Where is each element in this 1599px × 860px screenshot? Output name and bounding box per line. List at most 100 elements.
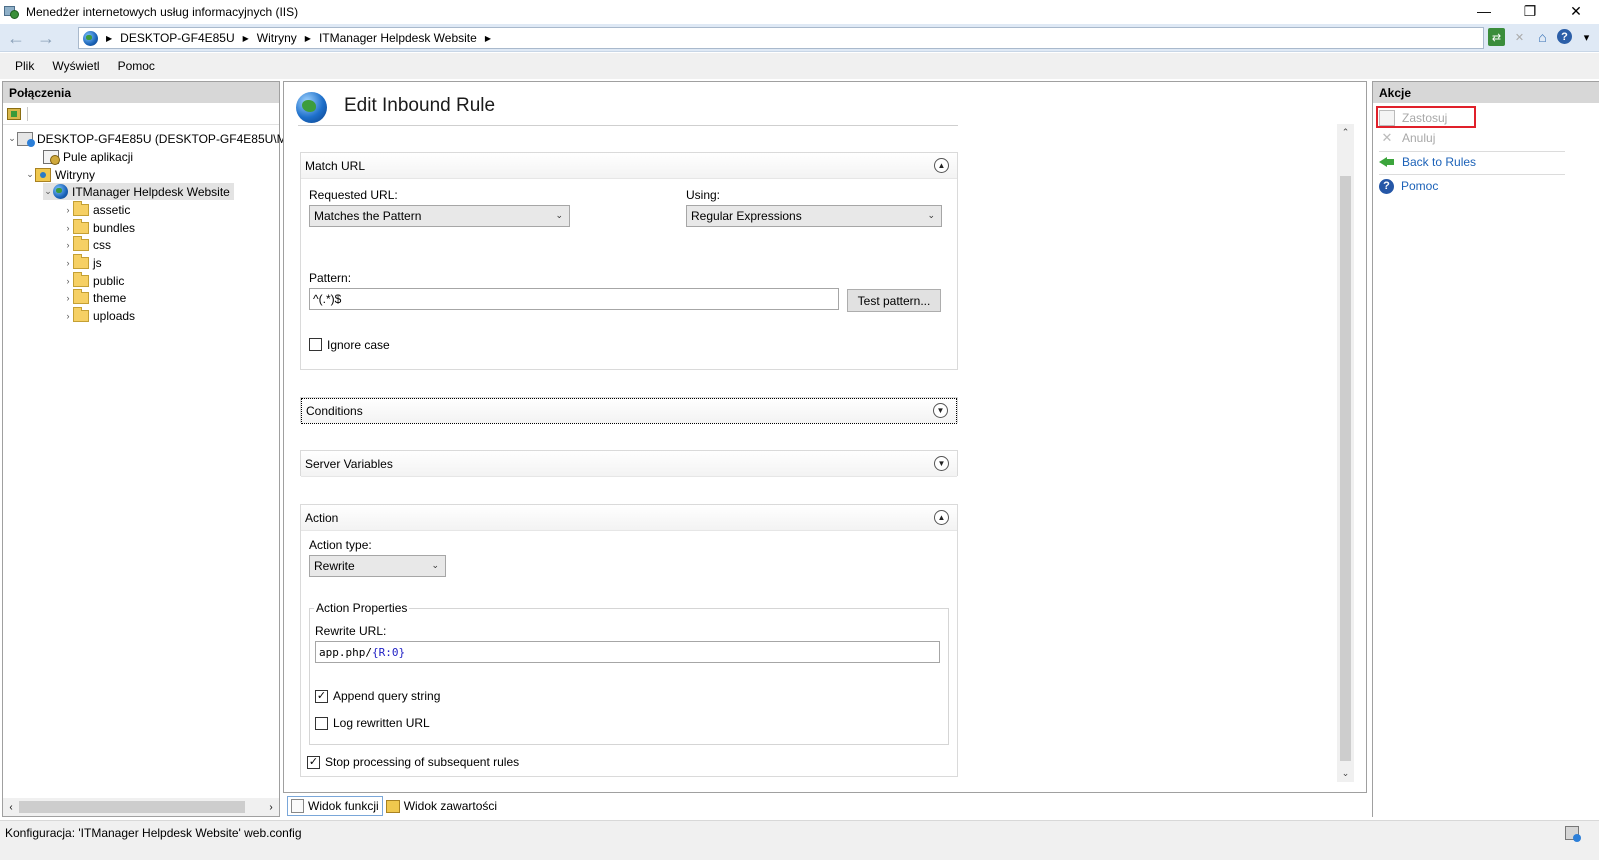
action-section: Action ▲ Action type: Rewrite ⌄ Action P… (300, 504, 958, 777)
connections-toolbar (3, 103, 279, 125)
chevron-right-icon[interactable]: › (63, 311, 73, 321)
ignore-case-checkbox[interactable] (309, 338, 322, 351)
network-status-icon (1565, 826, 1581, 842)
action-header[interactable]: Action ▲ (301, 505, 957, 531)
match-url-title: Match URL (305, 158, 366, 173)
tree-node-folder[interactable]: › assetic (63, 200, 130, 218)
refresh-icon[interactable]: ⇄ (1488, 28, 1505, 46)
connections-header: Połączenia (3, 82, 279, 103)
chevron-right-icon[interactable]: › (63, 205, 73, 215)
close-button[interactable]: ✕ (1553, 0, 1599, 22)
breadcrumb-site[interactable]: ITManager Helpdesk Website (319, 31, 477, 45)
folder-icon (73, 200, 89, 216)
back-to-rules-action[interactable]: Back to Rules (1379, 152, 1476, 172)
chevron-down-icon[interactable]: ▼ (934, 456, 949, 471)
menu-bar: Plik Wyświetl Pomoc (0, 53, 1599, 79)
requested-url-select[interactable]: Matches the Pattern ⌄ (309, 205, 570, 227)
action-properties-title: Action Properties (314, 601, 410, 615)
rewrite-url-input[interactable]: app.php/{R:0} (315, 641, 940, 663)
chevron-right-icon[interactable]: ▶ (485, 34, 491, 43)
chevron-right-icon[interactable]: › (63, 276, 73, 286)
log-rewritten-checkbox[interactable] (315, 717, 328, 730)
chevron-down-icon[interactable]: ⌄ (7, 133, 17, 144)
tree-node-folder[interactable]: › js (63, 253, 102, 271)
chevron-right-icon[interactable]: › (63, 223, 73, 233)
chevron-down-icon[interactable]: ⌄ (25, 169, 35, 180)
action-type-select[interactable]: Rewrite ⌄ (309, 555, 446, 577)
back-arrow-icon[interactable]: ← (4, 28, 28, 48)
cancel-action[interactable]: ✕ Anuluj (1379, 128, 1436, 148)
conditions-section: Conditions ▼ (300, 397, 958, 424)
restore-button[interactable]: ❐ (1507, 0, 1553, 22)
help-action[interactable]: ? Pomoc (1379, 176, 1438, 196)
tab-content-view[interactable]: Widok zawartości (383, 796, 500, 816)
using-select[interactable]: Regular Expressions ⌄ (686, 205, 942, 227)
scrollbar-thumb[interactable] (1340, 176, 1351, 761)
chevron-up-icon[interactable]: ⌃ (1337, 124, 1354, 141)
pattern-input[interactable]: ^(.*)$ (309, 288, 839, 310)
create-connection-icon[interactable] (7, 107, 21, 120)
menu-file[interactable]: Plik (15, 59, 34, 73)
rewrite-url-label: Rewrite URL: (315, 624, 387, 638)
tree-node-folder[interactable]: › css (63, 235, 111, 253)
folder-icon (73, 218, 89, 234)
help-icon[interactable]: ? (1557, 29, 1572, 44)
checkmark-icon: ✓ (308, 756, 319, 768)
tree-node-folder[interactable]: › public (63, 271, 125, 289)
home-icon[interactable]: ⌂ (1534, 28, 1551, 46)
tree-node-app-pools[interactable]: Pule aplikacji (43, 148, 133, 165)
append-query-checkbox[interactable]: ✓ (315, 690, 328, 703)
chevron-down-icon[interactable]: ⌄ (43, 186, 53, 197)
stop-processing-checkbox[interactable]: ✓ (307, 756, 320, 769)
menu-view[interactable]: Wyświetl (52, 59, 99, 73)
chevron-down-icon[interactable]: ▼ (933, 403, 948, 418)
horizontal-scrollbar[interactable]: ‹ › (3, 798, 279, 816)
chevron-right-icon[interactable]: › (63, 240, 73, 250)
chevron-right-icon[interactable]: ▶ (106, 34, 112, 43)
folder-label: public (93, 273, 125, 288)
tree-label-site: ITManager Helpdesk Website (72, 184, 230, 199)
scrollbar-thumb[interactable] (19, 801, 245, 813)
tree-node-folder[interactable]: › bundles (63, 218, 135, 236)
breadcrumb[interactable]: ▶ DESKTOP-GF4E85U ▶ Witryny ▶ ITManager … (78, 27, 1484, 49)
scroll-right-icon[interactable]: › (263, 802, 279, 813)
chevron-right-icon[interactable]: ▶ (305, 34, 311, 43)
test-pattern-button[interactable]: Test pattern... (847, 289, 941, 312)
tree-node-server[interactable]: ⌄ DESKTOP-GF4E85U (DESKTOP-GF4E85U\Mikol (7, 130, 305, 147)
stop-icon[interactable]: ✕ (1511, 28, 1528, 46)
chevron-down-icon[interactable]: ▾ (1578, 28, 1595, 46)
view-tabs: Widok funkcji Widok zawartości (287, 795, 500, 817)
chevron-up-icon[interactable]: ▲ (934, 158, 949, 173)
folder-label: js (93, 255, 102, 270)
tree-node-sites[interactable]: ⌄ Witryny (25, 166, 95, 183)
scroll-left-icon[interactable]: ‹ (3, 802, 19, 813)
tree-node-folder[interactable]: › uploads (63, 306, 135, 324)
forward-arrow-icon[interactable]: → (34, 28, 58, 48)
content-view-icon (385, 799, 400, 813)
tree-label-sites: Witryny (55, 167, 95, 182)
menu-help[interactable]: Pomoc (118, 59, 155, 73)
server-variables-header[interactable]: Server Variables ▼ (301, 451, 957, 477)
minimize-button[interactable]: — (1461, 0, 1507, 22)
chevron-right-icon[interactable]: › (63, 258, 73, 268)
globe-icon (53, 184, 68, 199)
tab-features-view[interactable]: Widok funkcji (287, 796, 383, 816)
chevron-down-icon[interactable]: ⌄ (1337, 765, 1354, 782)
tab-features-label: Widok funkcji (308, 799, 379, 813)
ignore-case-label: Ignore case (327, 338, 390, 352)
chevron-up-icon[interactable]: ▲ (934, 510, 949, 525)
globe-icon (83, 30, 98, 46)
chevron-right-icon[interactable]: ▶ (243, 34, 249, 43)
folder-icon (73, 306, 89, 322)
chevron-right-icon[interactable]: › (63, 293, 73, 303)
vertical-scrollbar[interactable]: ⌃ ⌄ (1337, 124, 1354, 782)
folder-icon (73, 271, 89, 287)
bottom-strip (0, 844, 1599, 860)
breadcrumb-sites[interactable]: Witryny (257, 31, 297, 45)
breadcrumb-server[interactable]: DESKTOP-GF4E85U (120, 31, 234, 45)
tree-node-site[interactable]: ⌄ ITManager Helpdesk Website (43, 183, 234, 200)
conditions-header[interactable]: Conditions ▼ (301, 398, 957, 424)
apply-action[interactable]: Zastosuj (1379, 108, 1447, 128)
tree-node-folder[interactable]: › theme (63, 288, 126, 306)
match-url-header[interactable]: Match URL ▲ (301, 153, 957, 179)
